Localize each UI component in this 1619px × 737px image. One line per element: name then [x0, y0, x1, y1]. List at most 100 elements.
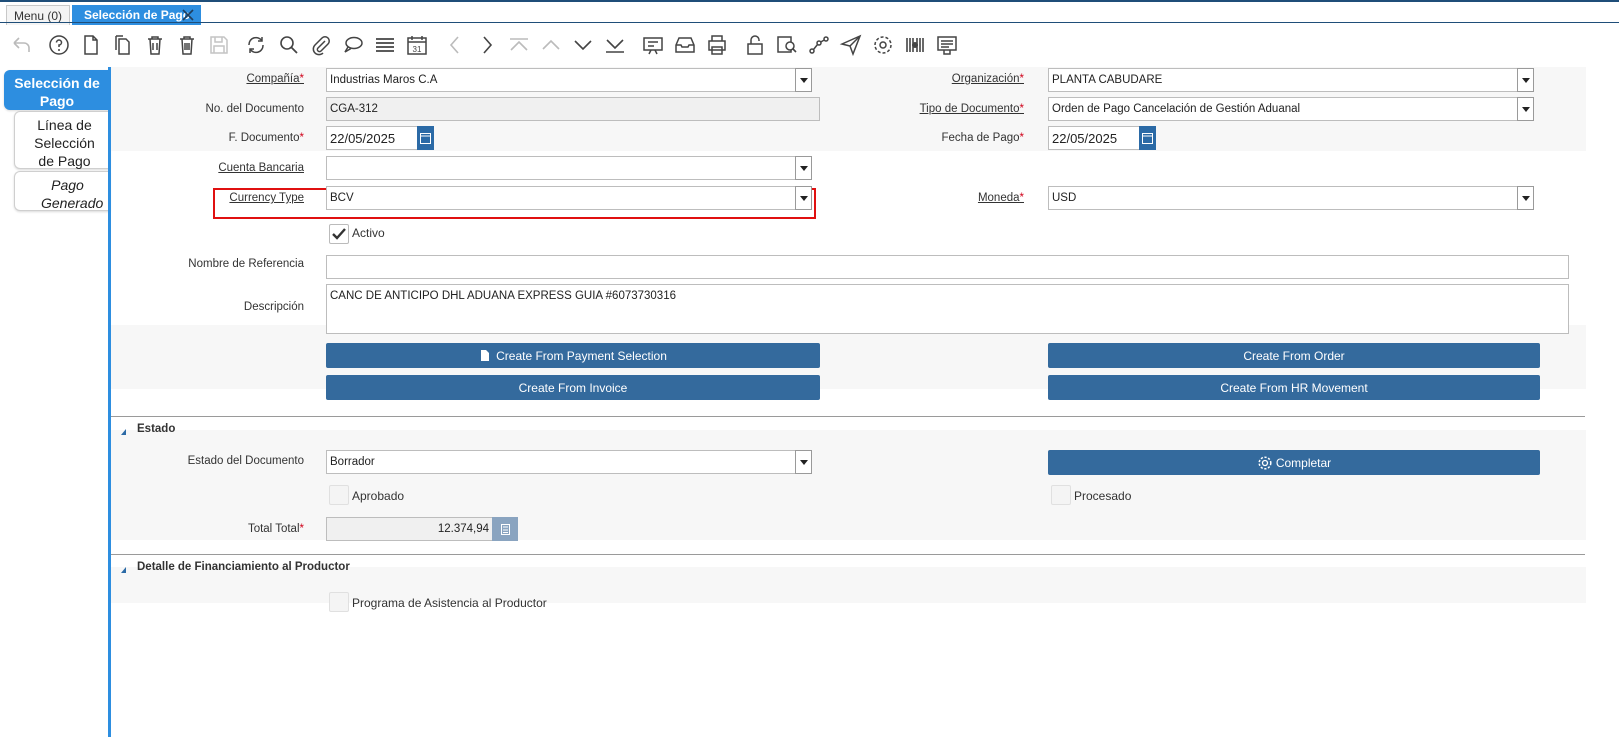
compania-field[interactable]: Industrias Maros C.A [326, 68, 796, 92]
help-icon[interactable] [46, 32, 72, 58]
last-record-icon[interactable] [602, 32, 628, 58]
create-from-payment-selection-button[interactable]: Create From Payment Selection [326, 343, 820, 368]
barcode-icon[interactable] [902, 32, 928, 58]
collapse-triangle-icon [121, 567, 126, 573]
f-documento-label: F. Documento* [228, 132, 304, 144]
section-title: Detalle de Financiamiento al Productor [137, 561, 350, 573]
refresh-icon[interactable] [243, 32, 269, 58]
nav-tab-linea-seleccion-pago[interactable]: Línea de Selección de Pago [14, 111, 110, 169]
organizacion-dropdown[interactable] [1517, 68, 1534, 92]
archive-icon[interactable] [672, 32, 698, 58]
financiamiento-section-header[interactable]: Detalle de Financiamiento al Productor [111, 554, 1585, 578]
previous-record-icon[interactable] [442, 32, 468, 58]
report-icon[interactable] [640, 32, 666, 58]
total-label: Total Total* [247, 523, 304, 535]
search-icon[interactable] [276, 32, 302, 58]
descripcion-textarea[interactable]: CANC DE ANTICIPO DHL ADUANA EXPRESS GUIA… [326, 284, 1569, 334]
organizacion-field[interactable]: PLANTA CABUDARE [1048, 68, 1518, 92]
toolbar: 31 [0, 25, 1619, 67]
create-from-invoice-button[interactable]: Create From Invoice [326, 375, 820, 400]
window-tab-strip: Menu (0) Selección de Pago [0, 0, 1619, 25]
chat-icon[interactable] [340, 32, 366, 58]
activo-label: Activo [352, 226, 385, 240]
settings-icon[interactable] [870, 32, 896, 58]
document-icon [481, 350, 490, 361]
create-from-order-button[interactable]: Create From Order [1048, 343, 1540, 368]
first-record-icon[interactable] [506, 32, 532, 58]
currency-type-dropdown[interactable] [795, 186, 812, 210]
delete-icon[interactable] [142, 32, 168, 58]
nav-tab-label: Pago Generado [41, 177, 104, 211]
nombre-referencia-field[interactable] [326, 255, 1569, 279]
print-icon[interactable] [704, 32, 730, 58]
attachment-icon[interactable] [308, 32, 334, 58]
calendar-icon [1142, 133, 1153, 144]
cuenta-bancaria-label: Cuenta Bancaria [218, 162, 304, 174]
tipo-documento-label: Tipo de Documento* [919, 103, 1024, 115]
calculator-icon [500, 523, 510, 535]
close-icon[interactable] [181, 8, 195, 22]
cuenta-bancaria-dropdown[interactable] [795, 156, 812, 180]
estado-documento-label: Estado del Documento [187, 455, 304, 467]
programa-asistencia-checkbox[interactable] [329, 592, 349, 612]
tipo-documento-dropdown[interactable] [1517, 97, 1534, 121]
nav-tab-label: Línea de Selección de Pago [34, 117, 95, 169]
main-form: Compañía* Industrias Maros C.A Organizac… [111, 67, 1619, 737]
activo-checkbox[interactable] [329, 224, 349, 244]
moneda-field[interactable]: USD [1048, 186, 1518, 210]
zoom-across-icon[interactable] [774, 32, 800, 58]
tipo-documento-field[interactable]: Orden de Pago Cancelación de Gestión Adu… [1048, 97, 1518, 121]
cuenta-bancaria-field[interactable] [326, 156, 796, 180]
estado-documento-field[interactable]: Borrador [326, 450, 796, 474]
nav-tab-seleccion-de-pago[interactable]: Selección de Pago [4, 70, 110, 110]
lock-icon[interactable] [742, 32, 768, 58]
currency-type-field[interactable]: BCV [326, 186, 796, 210]
save-icon[interactable] [206, 32, 232, 58]
new-document-icon[interactable] [78, 32, 104, 58]
aprobado-label: Aprobado [352, 489, 405, 503]
nav-tab-pago-generado[interactable]: Pago Generado [14, 171, 110, 211]
descripcion-label: Descripción [243, 301, 304, 313]
completar-button[interactable]: Completar [1048, 450, 1540, 475]
moneda-label: Moneda* [977, 192, 1024, 204]
moneda-dropdown[interactable] [1517, 186, 1534, 210]
next-record-icon[interactable] [474, 32, 500, 58]
estado-section-header[interactable]: Estado [111, 416, 1585, 440]
procesado-checkbox[interactable] [1051, 485, 1071, 505]
next-row-icon[interactable] [570, 32, 596, 58]
button-label: Create From HR Movement [1220, 380, 1368, 395]
checkmark-icon [332, 228, 346, 240]
no-documento-field[interactable]: CGA-312 [326, 97, 820, 121]
tab-active-label: Selección de Pago [84, 8, 191, 22]
delete-selection-icon[interactable] [174, 32, 200, 58]
process-icon[interactable] [934, 32, 960, 58]
calendar-button[interactable] [1139, 126, 1156, 150]
fecha-pago-label: Fecha de Pago* [941, 132, 1025, 144]
calculator-button[interactable] [492, 517, 518, 541]
gear-icon [1258, 455, 1272, 470]
nombre-referencia-label: Nombre de Referencia [188, 258, 304, 270]
aprobado-checkbox[interactable] [329, 485, 349, 505]
create-from-hr-movement-button[interactable]: Create From HR Movement [1048, 375, 1540, 400]
f-documento-field[interactable]: 22/05/2025 [326, 126, 418, 150]
button-label: Create From Order [1243, 348, 1345, 363]
svg-text:31: 31 [413, 45, 422, 54]
total-field[interactable]: 12.374,94 [326, 517, 493, 541]
compania-label: Compañía* [246, 73, 304, 85]
estado-documento-dropdown[interactable] [795, 450, 812, 474]
fecha-pago-field[interactable]: 22/05/2025 [1048, 126, 1140, 150]
workflow-icon[interactable] [806, 32, 832, 58]
organizacion-label: Organización* [951, 73, 1024, 85]
button-label: Create From Invoice [518, 380, 628, 395]
calendar-button[interactable] [417, 126, 434, 150]
procesado-label: Procesado [1074, 489, 1132, 503]
compania-dropdown[interactable] [795, 68, 812, 92]
calendar-icon[interactable]: 31 [404, 32, 430, 58]
grid-toggle-icon[interactable] [372, 32, 398, 58]
tab-menu-label: Menu (0) [13, 8, 63, 23]
previous-row-icon[interactable] [538, 32, 564, 58]
undo-icon[interactable] [8, 32, 34, 58]
copy-icon[interactable] [110, 32, 136, 58]
collapse-triangle-icon [121, 429, 126, 435]
send-icon[interactable] [838, 32, 864, 58]
